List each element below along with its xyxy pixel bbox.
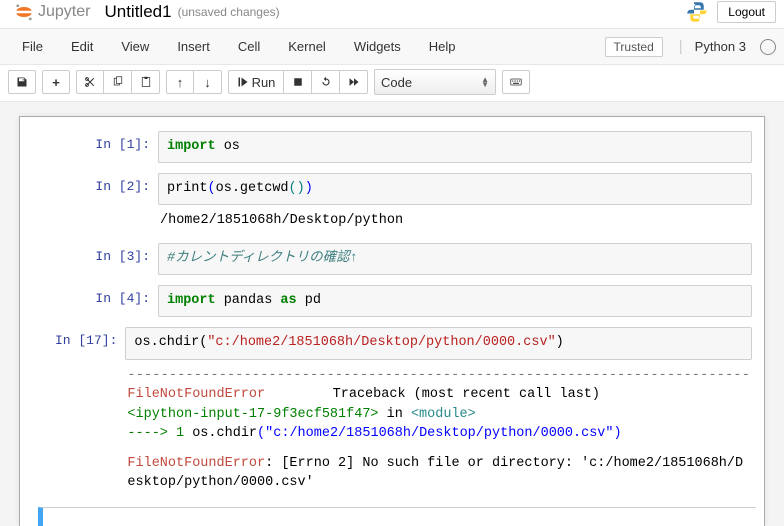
copy-button[interactable]: [104, 70, 132, 94]
menu-help[interactable]: Help: [415, 33, 470, 60]
menubar: File Edit View Insert Cell Kernel Widget…: [0, 29, 784, 65]
logo-text: Jupyter: [38, 3, 90, 21]
menu-edit[interactable]: Edit: [57, 33, 107, 60]
code-input[interactable]: import os: [158, 131, 752, 163]
plus-icon: +: [52, 75, 60, 90]
arrow-down-icon: ↓: [204, 75, 211, 90]
traceback-line: <ipython-input-17-9f3ecf581f47> in <modu…: [127, 405, 750, 425]
empty-cell[interactable]: [38, 507, 756, 526]
interrupt-button[interactable]: [284, 70, 312, 94]
kernel-name[interactable]: Python 3: [695, 39, 746, 54]
menu-insert[interactable]: Insert: [163, 33, 224, 60]
kernel-idle-icon: [760, 39, 776, 55]
traceback-label: Traceback (most recent call last): [333, 385, 750, 405]
code-cell[interactable]: In [1]: import os: [20, 129, 764, 165]
error-output: ----------------------------------------…: [125, 360, 752, 495]
traceback-line: ----> 1 os.chdir("c:/home2/1851068h/Desk…: [127, 424, 750, 444]
notebook-title[interactable]: Untitled1: [104, 2, 171, 22]
code-input[interactable]: #カレントディレクトリの確認↑: [158, 243, 752, 275]
menu-cell[interactable]: Cell: [224, 33, 274, 60]
menu-view[interactable]: View: [107, 33, 163, 60]
keyboard-icon: [510, 76, 522, 88]
copy-icon: [112, 76, 124, 88]
code-input[interactable]: os.chdir("c:/home2/1851068h/Desktop/pyth…: [125, 327, 752, 359]
arrow-up-icon: ↑: [177, 75, 184, 90]
trusted-badge[interactable]: Trusted: [605, 37, 663, 57]
fast-forward-icon: [348, 76, 360, 88]
logout-button[interactable]: Logout: [717, 1, 776, 23]
kernel-separator: |: [679, 38, 683, 55]
error-dash: ----------------------------------------…: [127, 366, 750, 386]
save-status: (unsaved changes): [178, 5, 280, 19]
restart-run-all-button[interactable]: [340, 70, 368, 94]
restart-button[interactable]: [312, 70, 340, 94]
in-prompt: In [2]:: [20, 173, 158, 233]
paste-button[interactable]: [132, 70, 160, 94]
run-label: Run: [252, 75, 276, 90]
in-prompt: In [3]:: [20, 243, 158, 275]
header: Jupyter Untitled1 (unsaved changes) Logo…: [0, 0, 784, 29]
code-cell[interactable]: In [4]: import pandas as pd: [20, 283, 764, 319]
command-palette-button[interactable]: [502, 70, 530, 94]
restart-icon: [320, 76, 332, 88]
add-cell-button[interactable]: +: [42, 70, 70, 94]
jupyter-logo-icon: [14, 2, 34, 22]
stop-icon: [292, 76, 304, 88]
chevron-updown-icon: ▲▼: [481, 77, 489, 87]
move-up-button[interactable]: ↑: [166, 70, 194, 94]
menu-kernel[interactable]: Kernel: [274, 33, 340, 60]
scissors-icon: [84, 76, 96, 88]
in-prompt: In [17]:: [20, 327, 125, 495]
menu-file[interactable]: File: [8, 33, 57, 60]
save-button[interactable]: [8, 70, 36, 94]
output-text: /home2/1851068h/Desktop/python: [158, 205, 752, 233]
code-input[interactable]: print(os.getcwd()): [158, 173, 752, 205]
run-icon: [237, 76, 249, 88]
error-message: FileNotFoundError: [Errno 2] No such fil…: [127, 454, 750, 493]
cut-button[interactable]: [76, 70, 104, 94]
code-cell[interactable]: In [3]: #カレントディレクトリの確認↑: [20, 241, 764, 277]
in-prompt: In [1]:: [20, 131, 158, 163]
celltype-select[interactable]: Code ▲▼: [374, 69, 496, 95]
notebook-container-outer: In [1]: import os In [2]: print(os.getcw…: [0, 102, 784, 526]
code-input[interactable]: import pandas as pd: [158, 285, 752, 317]
menu-widgets[interactable]: Widgets: [340, 33, 415, 60]
move-down-button[interactable]: ↓: [194, 70, 222, 94]
error-type: FileNotFoundError: [127, 385, 265, 405]
notebook-container: In [1]: import os In [2]: print(os.getcw…: [19, 116, 765, 526]
celltype-value: Code: [381, 75, 412, 90]
code-cell[interactable]: In [2]: print(os.getcwd()) /home2/185106…: [20, 171, 764, 235]
run-button[interactable]: Run: [228, 70, 284, 94]
code-cell[interactable]: In [17]: os.chdir("c:/home2/1851068h/Des…: [20, 325, 764, 497]
paste-icon: [140, 76, 152, 88]
in-prompt: In [4]:: [20, 285, 158, 317]
toolbar: + ↑ ↓ Run Code ▲▼: [0, 65, 784, 102]
python-logo-icon: [685, 0, 709, 24]
